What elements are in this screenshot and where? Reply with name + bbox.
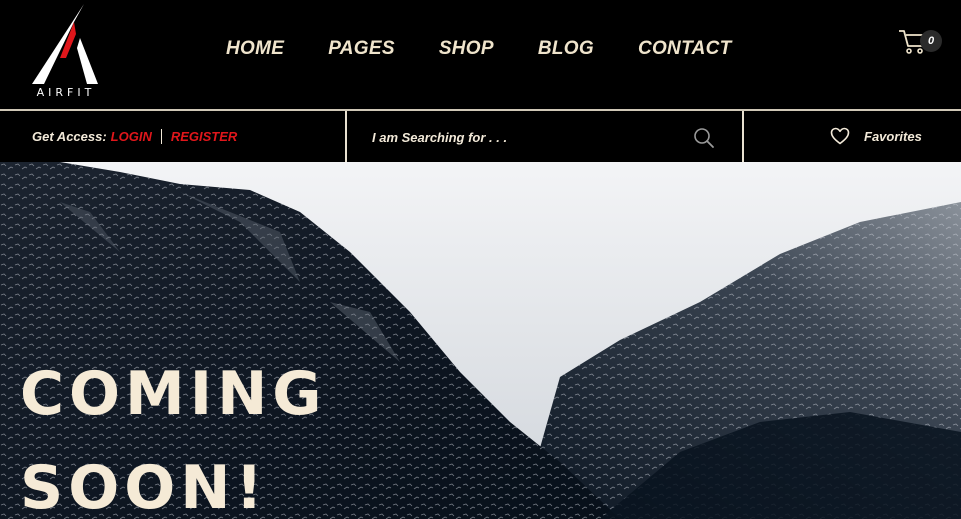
logo-mark-icon bbox=[32, 4, 98, 84]
bar-divider bbox=[345, 111, 347, 162]
heading-line-2: SOON! bbox=[20, 453, 268, 519]
brand-logo[interactable]: AIRFIT bbox=[30, 4, 102, 100]
account-access: Get Access: LOGIN REGISTER bbox=[32, 129, 237, 144]
coming-soon-heading: COMING SOON! bbox=[20, 347, 440, 519]
bar-divider bbox=[742, 111, 744, 162]
login-link[interactable]: LOGIN bbox=[111, 129, 152, 144]
nav-home[interactable]: HOME bbox=[226, 38, 284, 62]
heart-icon bbox=[830, 127, 850, 145]
register-link[interactable]: REGISTER bbox=[171, 129, 237, 144]
access-divider bbox=[160, 129, 162, 144]
access-label: Get Access: bbox=[32, 129, 107, 144]
hero-banner: COMING SOON! bbox=[0, 162, 961, 519]
nav-blog[interactable]: BLOG bbox=[538, 38, 594, 62]
brand-name: AIRFIT bbox=[36, 86, 96, 99]
site-header: AIRFIT HOME PAGES SHOP BLOG CONTACT 0 bbox=[0, 0, 961, 111]
utility-bar: Get Access: LOGIN REGISTER Favorites bbox=[0, 111, 961, 162]
heading-line-1: COMING bbox=[20, 359, 327, 429]
nav-shop[interactable]: SHOP bbox=[439, 38, 494, 62]
search-box bbox=[348, 111, 743, 162]
nav-contact[interactable]: CONTACT bbox=[638, 38, 732, 62]
search-icon bbox=[694, 128, 714, 148]
nav-pages[interactable]: PAGES bbox=[328, 38, 395, 62]
favorites-link[interactable]: Favorites bbox=[830, 127, 922, 145]
favorites-label: Favorites bbox=[864, 128, 922, 144]
main-nav: HOME PAGES SHOP BLOG CONTACT bbox=[226, 38, 732, 62]
search-button[interactable] bbox=[692, 126, 716, 150]
search-input[interactable] bbox=[372, 125, 672, 149]
cart-button[interactable]: 0 bbox=[898, 26, 944, 60]
cart-count-badge: 0 bbox=[920, 30, 942, 52]
